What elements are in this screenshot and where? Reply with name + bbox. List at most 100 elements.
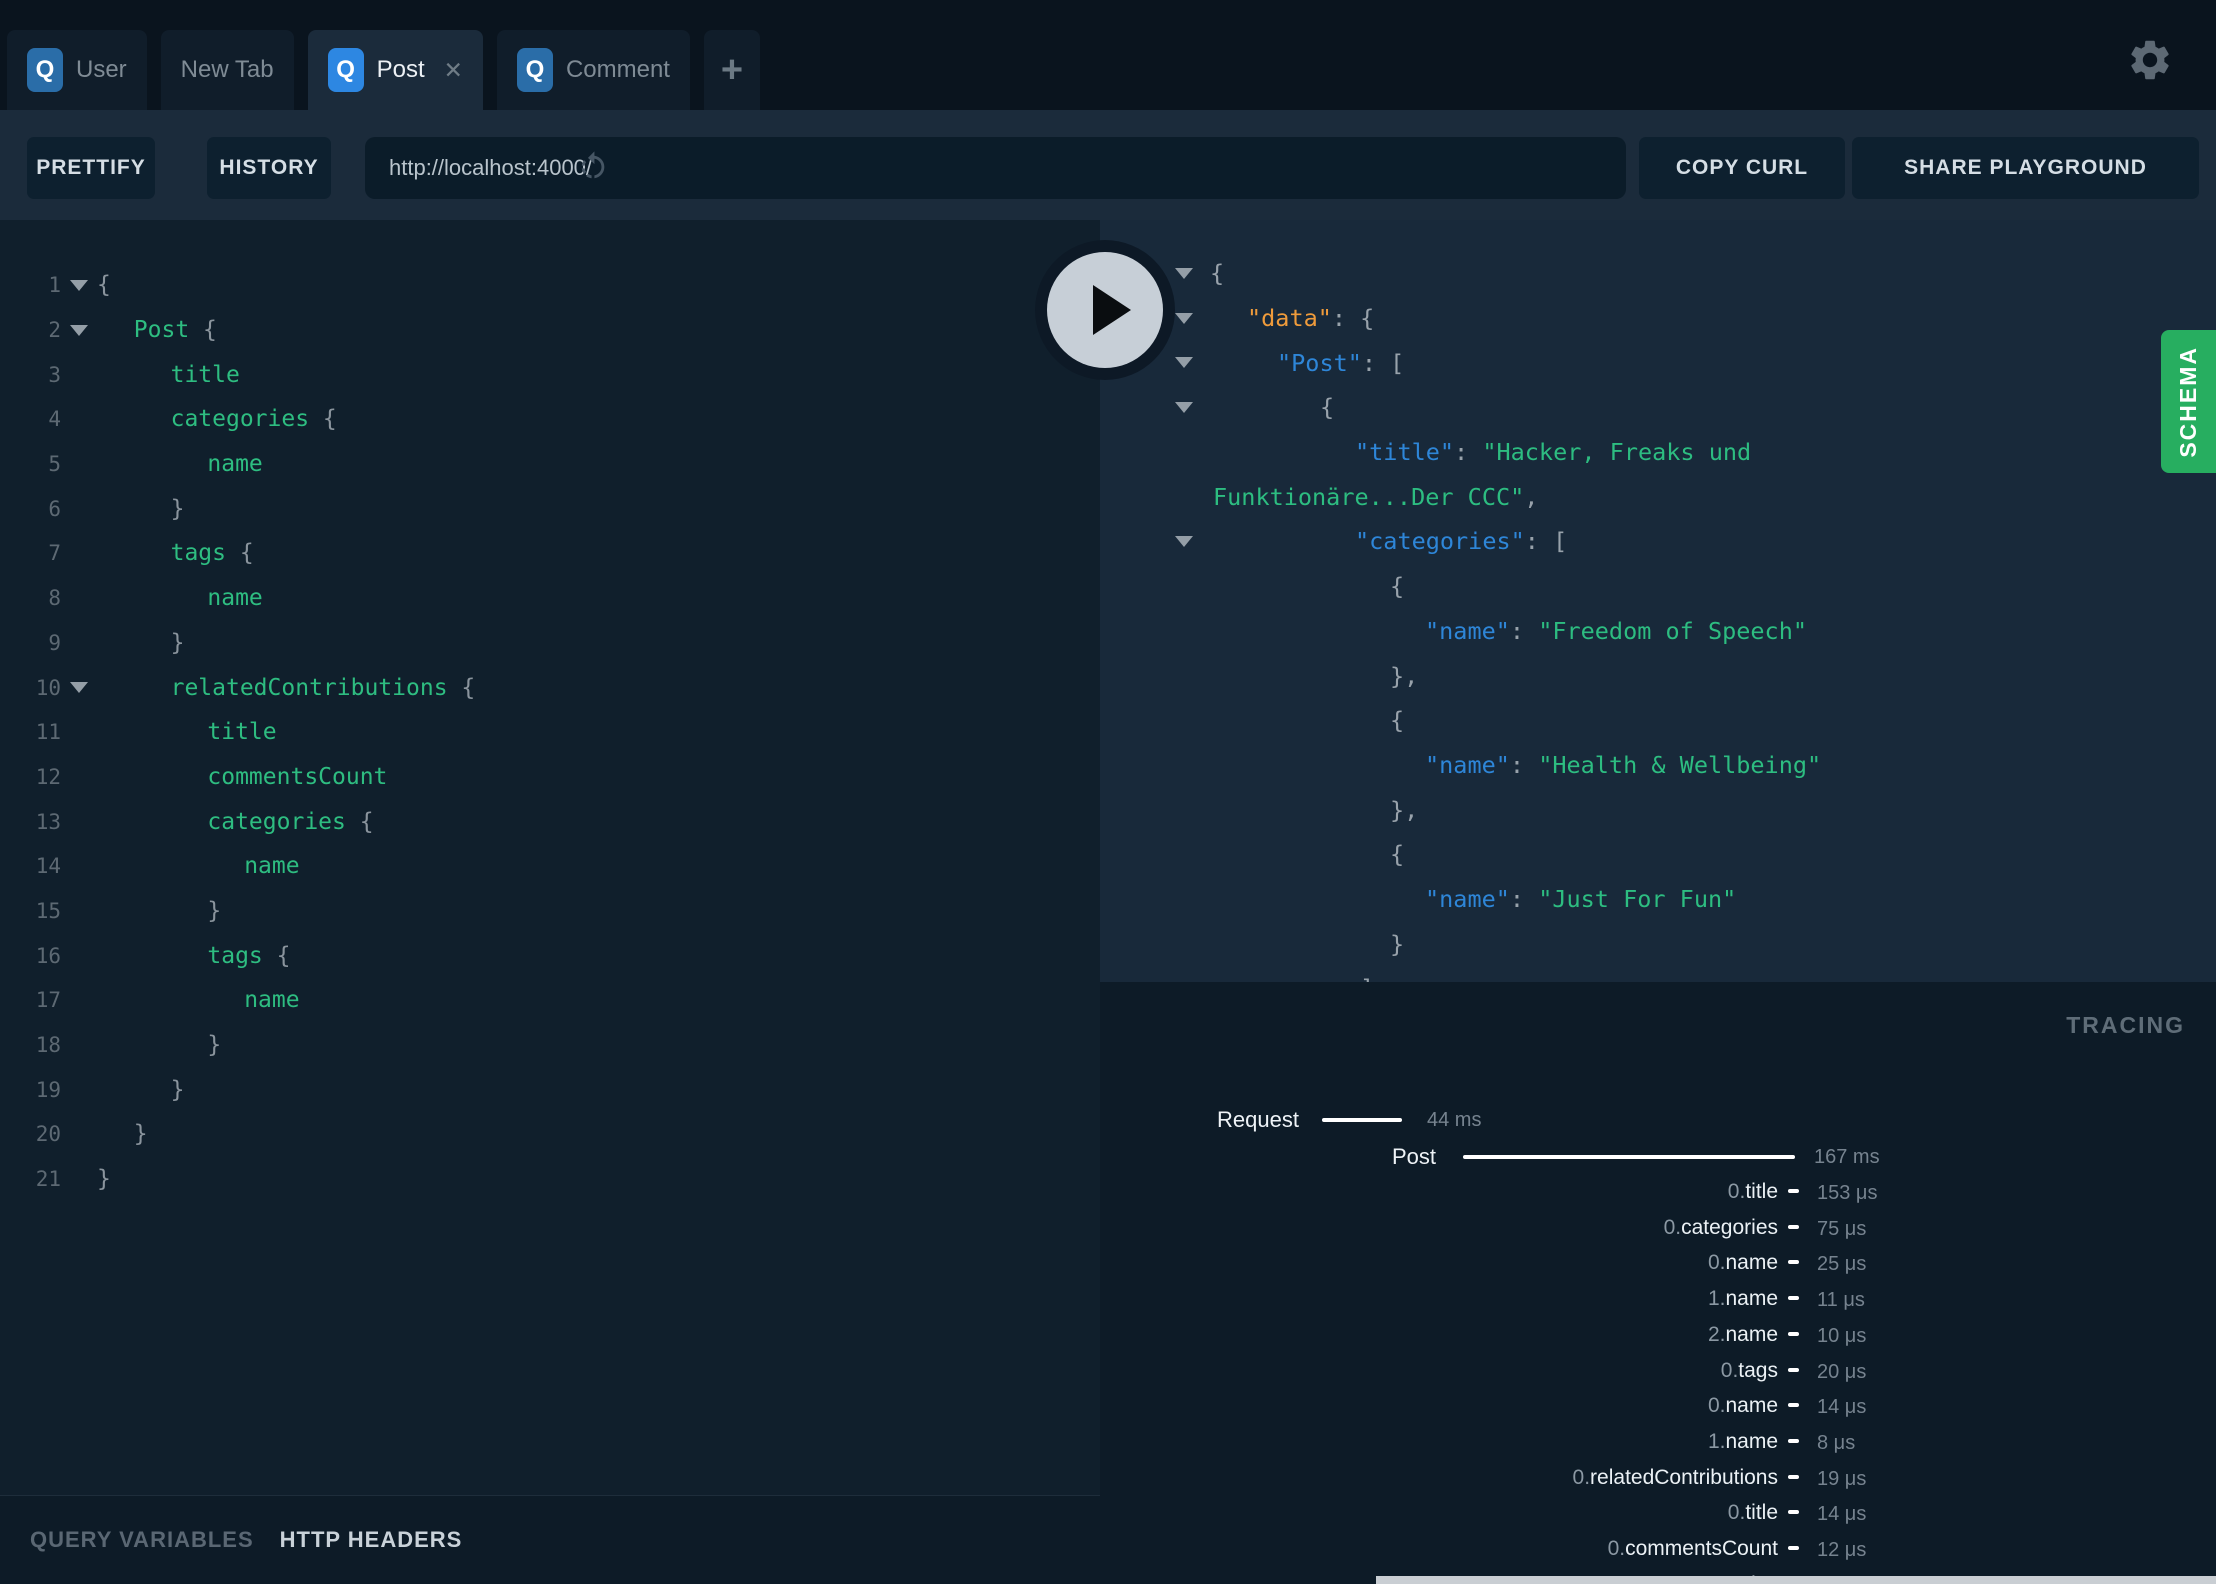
fold-slot[interactable]: [61, 861, 97, 872]
code-text: title: [97, 719, 276, 745]
fold-arrow-icon[interactable]: [1175, 312, 1193, 324]
fold-slot[interactable]: [61, 279, 97, 291]
code-token: : [: [1524, 527, 1568, 556]
tracing-field-row: 0.categories 75 μs: [1100, 1216, 2216, 1242]
query-editor[interactable]: 1 { 2 Post { 3 title 4 categories { 5 na…: [0, 220, 1100, 1495]
fold-arrow-icon: [70, 682, 88, 694]
execute-query-button[interactable]: [1035, 240, 1175, 380]
tracing-field-label: 0.tags: [1721, 1359, 1778, 1383]
tab-label: Comment: [565, 56, 670, 83]
tracing-field-row: 0.name 14 μs: [1100, 1394, 2216, 1420]
schema-side-tab[interactable]: SCHEMA: [2161, 330, 2216, 473]
tracing-field-index: 0.: [1727, 1180, 1746, 1203]
settings-gear-icon[interactable]: [2126, 36, 2174, 84]
code-token: "Post": [1277, 348, 1362, 377]
code-token: }: [170, 629, 185, 656]
tab-comment[interactable]: Q Comment: [496, 30, 690, 110]
code-token: {: [262, 942, 291, 969]
fold-slot[interactable]: [61, 1040, 97, 1051]
fold-slot[interactable]: [61, 950, 97, 961]
code-token: }: [1390, 929, 1405, 958]
code-token: }: [170, 495, 185, 522]
code-text: }: [97, 1121, 148, 1147]
fold-slot[interactable]: [61, 324, 97, 336]
tracing-title: TRACING: [2066, 1012, 2185, 1038]
query-code-line: 21 }: [0, 1157, 1100, 1202]
fold-arrow-icon[interactable]: [1175, 268, 1193, 279]
fold-slot[interactable]: [61, 593, 97, 604]
query-variables-tab[interactable]: QUERY VARIABLES: [30, 1527, 254, 1553]
fold-slot[interactable]: [61, 905, 97, 916]
query-code-line: 2 Post {: [0, 308, 1100, 353]
tab-post[interactable]: Q Post ✕: [307, 30, 483, 110]
fold-slot[interactable]: [61, 1174, 97, 1185]
history-button[interactable]: HISTORY: [207, 137, 331, 199]
fold-slot[interactable]: [61, 816, 97, 827]
tracing-field-bar: [1788, 1474, 1799, 1479]
tracing-field-index: 0.: [1707, 1251, 1726, 1275]
response-code-line: "title": "Hacker, Freaks und: [1100, 430, 2216, 475]
query-code-line: 20 }: [0, 1112, 1100, 1157]
fold-slot[interactable]: [61, 637, 97, 648]
fold-slot[interactable]: [61, 369, 97, 380]
tracing-field-duration: 8 μs: [1817, 1431, 1856, 1454]
tracing-field-row: 0.title 14 μs: [1100, 1501, 2216, 1527]
fold-slot[interactable]: [61, 503, 97, 514]
fold-arrow-icon[interactable]: [1175, 536, 1193, 548]
fold-slot[interactable]: [61, 1129, 97, 1140]
tracing-field-duration: 20 μs: [1817, 1360, 1867, 1383]
tracing-field-index: 0.: [1663, 1215, 1682, 1239]
fold-slot[interactable]: [61, 459, 97, 470]
tracing-field-name: relatedContributions: [1590, 1465, 1778, 1489]
tab-user[interactable]: Q User: [7, 30, 147, 110]
code-token: tags: [170, 540, 226, 567]
response-viewer[interactable]: { "data": { "Post": [ { "title": "Hacker…: [1100, 220, 2216, 982]
horizontal-scrollbar[interactable]: [1376, 1576, 2216, 1584]
tracing-span-label: Request: [1217, 1107, 1299, 1132]
query-code-line: 5 name: [0, 442, 1100, 487]
share-playground-button[interactable]: SHARE PLAYGROUND: [1852, 137, 2199, 199]
response-code-line: },: [1100, 653, 2216, 698]
fold-arrow-icon[interactable]: [1175, 357, 1193, 369]
code-text: }: [97, 898, 221, 924]
code-token: title: [170, 361, 240, 388]
fold-slot[interactable]: [61, 1084, 97, 1095]
http-headers-tab[interactable]: HTTP HEADERS: [280, 1527, 463, 1553]
tab-label: Post: [376, 56, 425, 83]
tracing-field-bar: [1788, 1546, 1799, 1550]
fold-slot[interactable]: [61, 995, 97, 1006]
code-token: : {: [1331, 304, 1375, 333]
prettify-button[interactable]: PRETTIFY: [27, 137, 155, 199]
tracing-field-name: name: [1725, 1322, 1778, 1346]
fold-slot[interactable]: [61, 727, 97, 738]
line-number: 2: [48, 318, 61, 343]
code-token: "title": [1355, 438, 1455, 467]
line-number: 10: [35, 675, 61, 700]
fold-slot[interactable]: [61, 414, 97, 425]
code-token: Funktionäre...Der CCC": [1213, 482, 1525, 511]
line-number: 5: [48, 452, 61, 477]
fold-arrow-icon[interactable]: [1175, 402, 1193, 414]
fold-slot[interactable]: [61, 548, 97, 559]
code-token: :: [1509, 750, 1539, 779]
endpoint-url-input[interactable]: http://localhost:4000/: [365, 137, 1626, 199]
code-token: name: [207, 451, 263, 478]
tracing-field-duration: 10 μs: [1817, 1324, 1867, 1347]
tracing-field-duration: 75 μs: [1817, 1217, 1867, 1240]
code-token: {: [1210, 259, 1225, 288]
code-token: categories: [207, 808, 346, 835]
copy-curl-button[interactable]: COPY CURL: [1639, 137, 1845, 199]
tracing-field-bar: [1788, 1367, 1799, 1372]
new-tab-button[interactable]: +: [703, 30, 760, 110]
close-icon[interactable]: ✕: [444, 57, 463, 84]
tracing-field-label: 1.name: [1708, 1430, 1778, 1454]
response-code-line: }: [1100, 921, 2216, 966]
query-code-line: 7 tags {: [0, 531, 1100, 576]
fold-slot[interactable]: [61, 682, 97, 694]
tracing-field-index: 0.: [1607, 1537, 1626, 1560]
query-code-line: 14 name: [0, 844, 1100, 889]
reload-schema-icon[interactable]: [576, 150, 610, 184]
query-code-line: 11 title: [0, 710, 1100, 755]
fold-slot[interactable]: [61, 771, 97, 782]
tab-new-tab[interactable]: New Tab: [160, 30, 294, 110]
